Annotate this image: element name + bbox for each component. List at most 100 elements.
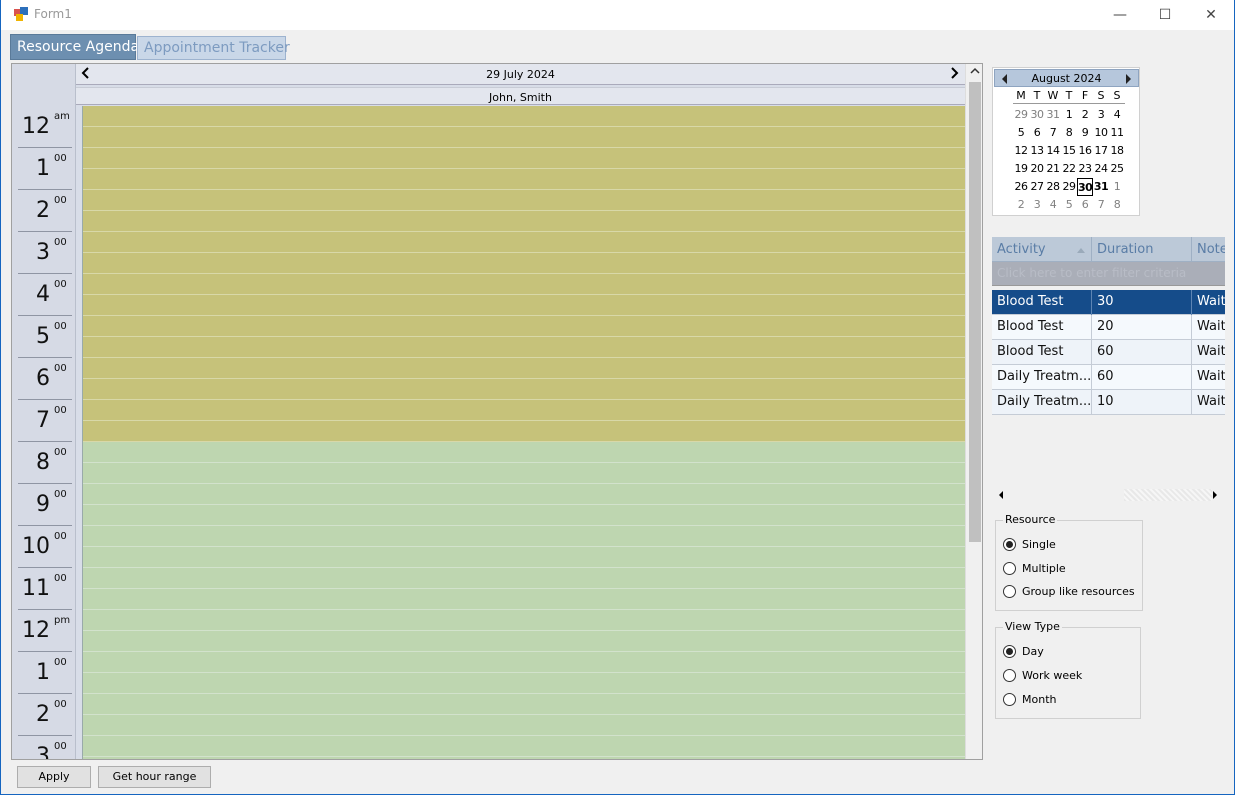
calendar-day[interactable]: 31 bbox=[1045, 106, 1061, 124]
column-header-duration[interactable]: Duration bbox=[1092, 237, 1192, 262]
calendar-day[interactable]: 17 bbox=[1093, 142, 1109, 160]
grid-cell-activity[interactable]: Daily Treatm... bbox=[992, 365, 1092, 390]
calendar-day[interactable]: 2 bbox=[1077, 106, 1093, 124]
radio-single[interactable]: Single bbox=[1003, 536, 1056, 552]
agenda-view[interactable]: 12 am 1 00 2 00 3 00 4 00 5 00 6 00 7 00 8 00 9 00 10 00 11 00 1… bbox=[11, 63, 983, 760]
minimize-button[interactable]: — bbox=[1097, 0, 1143, 30]
grid-row[interactable]: Blood Test 60 Wait bbox=[992, 340, 1225, 365]
calendar-day[interactable]: 30 bbox=[1077, 178, 1093, 196]
vertical-scrollbar[interactable] bbox=[965, 64, 982, 759]
calendar-day[interactable]: 10 bbox=[1093, 124, 1109, 142]
calendar-day[interactable]: 7 bbox=[1045, 124, 1061, 142]
time-slot[interactable] bbox=[83, 484, 965, 505]
grid-row[interactable]: Blood Test 30 Wait bbox=[992, 290, 1225, 315]
maximize-button[interactable]: ☐ bbox=[1142, 0, 1188, 30]
calendar-day[interactable]: 4 bbox=[1045, 196, 1061, 214]
calendar-day[interactable]: 22 bbox=[1061, 160, 1077, 178]
month-calendar[interactable]: August 2024 MTWTFSS 29 30 31 1 2 3 4 5 6 7 8 9 10 11 1… bbox=[992, 67, 1140, 216]
time-slot[interactable] bbox=[83, 505, 965, 526]
time-slot[interactable] bbox=[83, 253, 965, 274]
scrollbar-thumb[interactable] bbox=[1124, 489, 1212, 501]
time-slots[interactable] bbox=[82, 106, 965, 759]
calendar-day[interactable]: 3 bbox=[1093, 106, 1109, 124]
time-slot[interactable] bbox=[83, 169, 965, 190]
time-slot[interactable] bbox=[83, 211, 965, 232]
grid-cell-note[interactable]: Wait bbox=[1192, 365, 1225, 390]
chevron-up-icon[interactable] bbox=[969, 66, 981, 76]
grid-cell-activity[interactable]: Blood Test bbox=[992, 290, 1092, 315]
calendar-day[interactable]: 4 bbox=[1109, 106, 1125, 124]
calendar-day[interactable]: 26 bbox=[1013, 178, 1029, 196]
calendar-day[interactable]: 6 bbox=[1077, 196, 1093, 214]
grid-cell-activity[interactable]: Blood Test bbox=[992, 315, 1092, 340]
calendar-day[interactable]: 23 bbox=[1077, 160, 1093, 178]
close-button[interactable]: ✕ bbox=[1188, 0, 1234, 30]
column-header-activity[interactable]: Activity bbox=[992, 237, 1092, 262]
time-slot[interactable] bbox=[83, 106, 965, 127]
calendar-day[interactable]: 8 bbox=[1109, 196, 1125, 214]
grid-cell-note[interactable]: Wait bbox=[1192, 340, 1225, 365]
time-slot[interactable] bbox=[83, 190, 965, 211]
calendar-day[interactable]: 12 bbox=[1013, 142, 1029, 160]
radio-work-week[interactable]: Work week bbox=[1003, 667, 1082, 683]
grid-cell-note[interactable]: Wait bbox=[1192, 290, 1225, 315]
calendar-day[interactable]: 29 bbox=[1061, 178, 1077, 196]
calendar-day[interactable]: 14 bbox=[1045, 142, 1061, 160]
calendar-day[interactable]: 27 bbox=[1029, 178, 1045, 196]
time-slot[interactable] bbox=[83, 442, 965, 463]
calendar-day[interactable]: 29 bbox=[1013, 106, 1029, 124]
time-slot[interactable] bbox=[83, 547, 965, 568]
calendar-day[interactable]: 5 bbox=[1013, 124, 1029, 142]
grid-cell-duration[interactable]: 60 bbox=[1092, 340, 1192, 365]
triangle-right-icon[interactable] bbox=[1211, 489, 1219, 501]
calendar-day[interactable]: 1 bbox=[1109, 178, 1125, 196]
calendar-day[interactable]: 2 bbox=[1013, 196, 1029, 214]
calendar-day[interactable]: 1 bbox=[1061, 106, 1077, 124]
calendar-day[interactable]: 28 bbox=[1045, 178, 1061, 196]
get-hour-range-button[interactable]: Get hour range bbox=[98, 766, 211, 788]
time-slot[interactable] bbox=[83, 127, 965, 148]
calendar-day[interactable]: 30 bbox=[1029, 106, 1045, 124]
scrollbar-thumb[interactable] bbox=[969, 82, 981, 542]
time-slot[interactable] bbox=[83, 610, 965, 631]
calendar-day[interactable]: 9 bbox=[1077, 124, 1093, 142]
calendar-day[interactable]: 21 bbox=[1045, 160, 1061, 178]
grid-row[interactable]: Blood Test 20 Wait bbox=[992, 315, 1225, 340]
time-slot[interactable] bbox=[83, 232, 965, 253]
tab-resource-agenda[interactable]: Resource Agenda bbox=[10, 34, 139, 60]
time-slot[interactable] bbox=[83, 694, 965, 715]
grid-cell-duration[interactable]: 10 bbox=[1092, 390, 1192, 415]
calendar-day[interactable]: 7 bbox=[1093, 196, 1109, 214]
calendar-day[interactable]: 8 bbox=[1061, 124, 1077, 142]
triangle-right-icon[interactable] bbox=[1123, 72, 1133, 86]
horizontal-scrollbar[interactable] bbox=[992, 487, 1225, 503]
calendar-day[interactable]: 15 bbox=[1061, 142, 1077, 160]
calendar-day[interactable]: 16 bbox=[1077, 142, 1093, 160]
calendar-day[interactable]: 18 bbox=[1109, 142, 1125, 160]
time-slot[interactable] bbox=[83, 631, 965, 652]
column-header-note[interactable]: Note bbox=[1192, 237, 1225, 262]
time-slot[interactable] bbox=[83, 715, 965, 736]
calendar-day[interactable]: 5 bbox=[1061, 196, 1077, 214]
calendar-day[interactable]: 31 bbox=[1093, 178, 1109, 196]
time-slot[interactable] bbox=[83, 526, 965, 547]
calendar-day[interactable]: 3 bbox=[1029, 196, 1045, 214]
grid-row[interactable]: Daily Treatm... 10 Wait bbox=[992, 390, 1225, 415]
calendar-day[interactable]: 19 bbox=[1013, 160, 1029, 178]
time-slot[interactable] bbox=[83, 400, 965, 421]
time-slot[interactable] bbox=[83, 463, 965, 484]
calendar-day[interactable]: 24 bbox=[1093, 160, 1109, 178]
time-slot[interactable] bbox=[83, 421, 965, 442]
grid-cell-note[interactable]: Wait bbox=[1192, 315, 1225, 340]
grid-cell-activity[interactable]: Daily Treatm... bbox=[992, 390, 1092, 415]
radio-month[interactable]: Month bbox=[1003, 691, 1056, 707]
grid-cell-duration[interactable]: 20 bbox=[1092, 315, 1192, 340]
time-slot[interactable] bbox=[83, 736, 965, 757]
radio-multiple[interactable]: Multiple bbox=[1003, 560, 1066, 576]
calendar-day[interactable]: 13 bbox=[1029, 142, 1045, 160]
time-slot[interactable] bbox=[83, 757, 965, 759]
time-slot[interactable] bbox=[83, 379, 965, 400]
triangle-left-icon[interactable] bbox=[997, 489, 1005, 501]
calendar-day[interactable]: 25 bbox=[1109, 160, 1125, 178]
grid-cell-duration[interactable]: 30 bbox=[1092, 290, 1192, 315]
